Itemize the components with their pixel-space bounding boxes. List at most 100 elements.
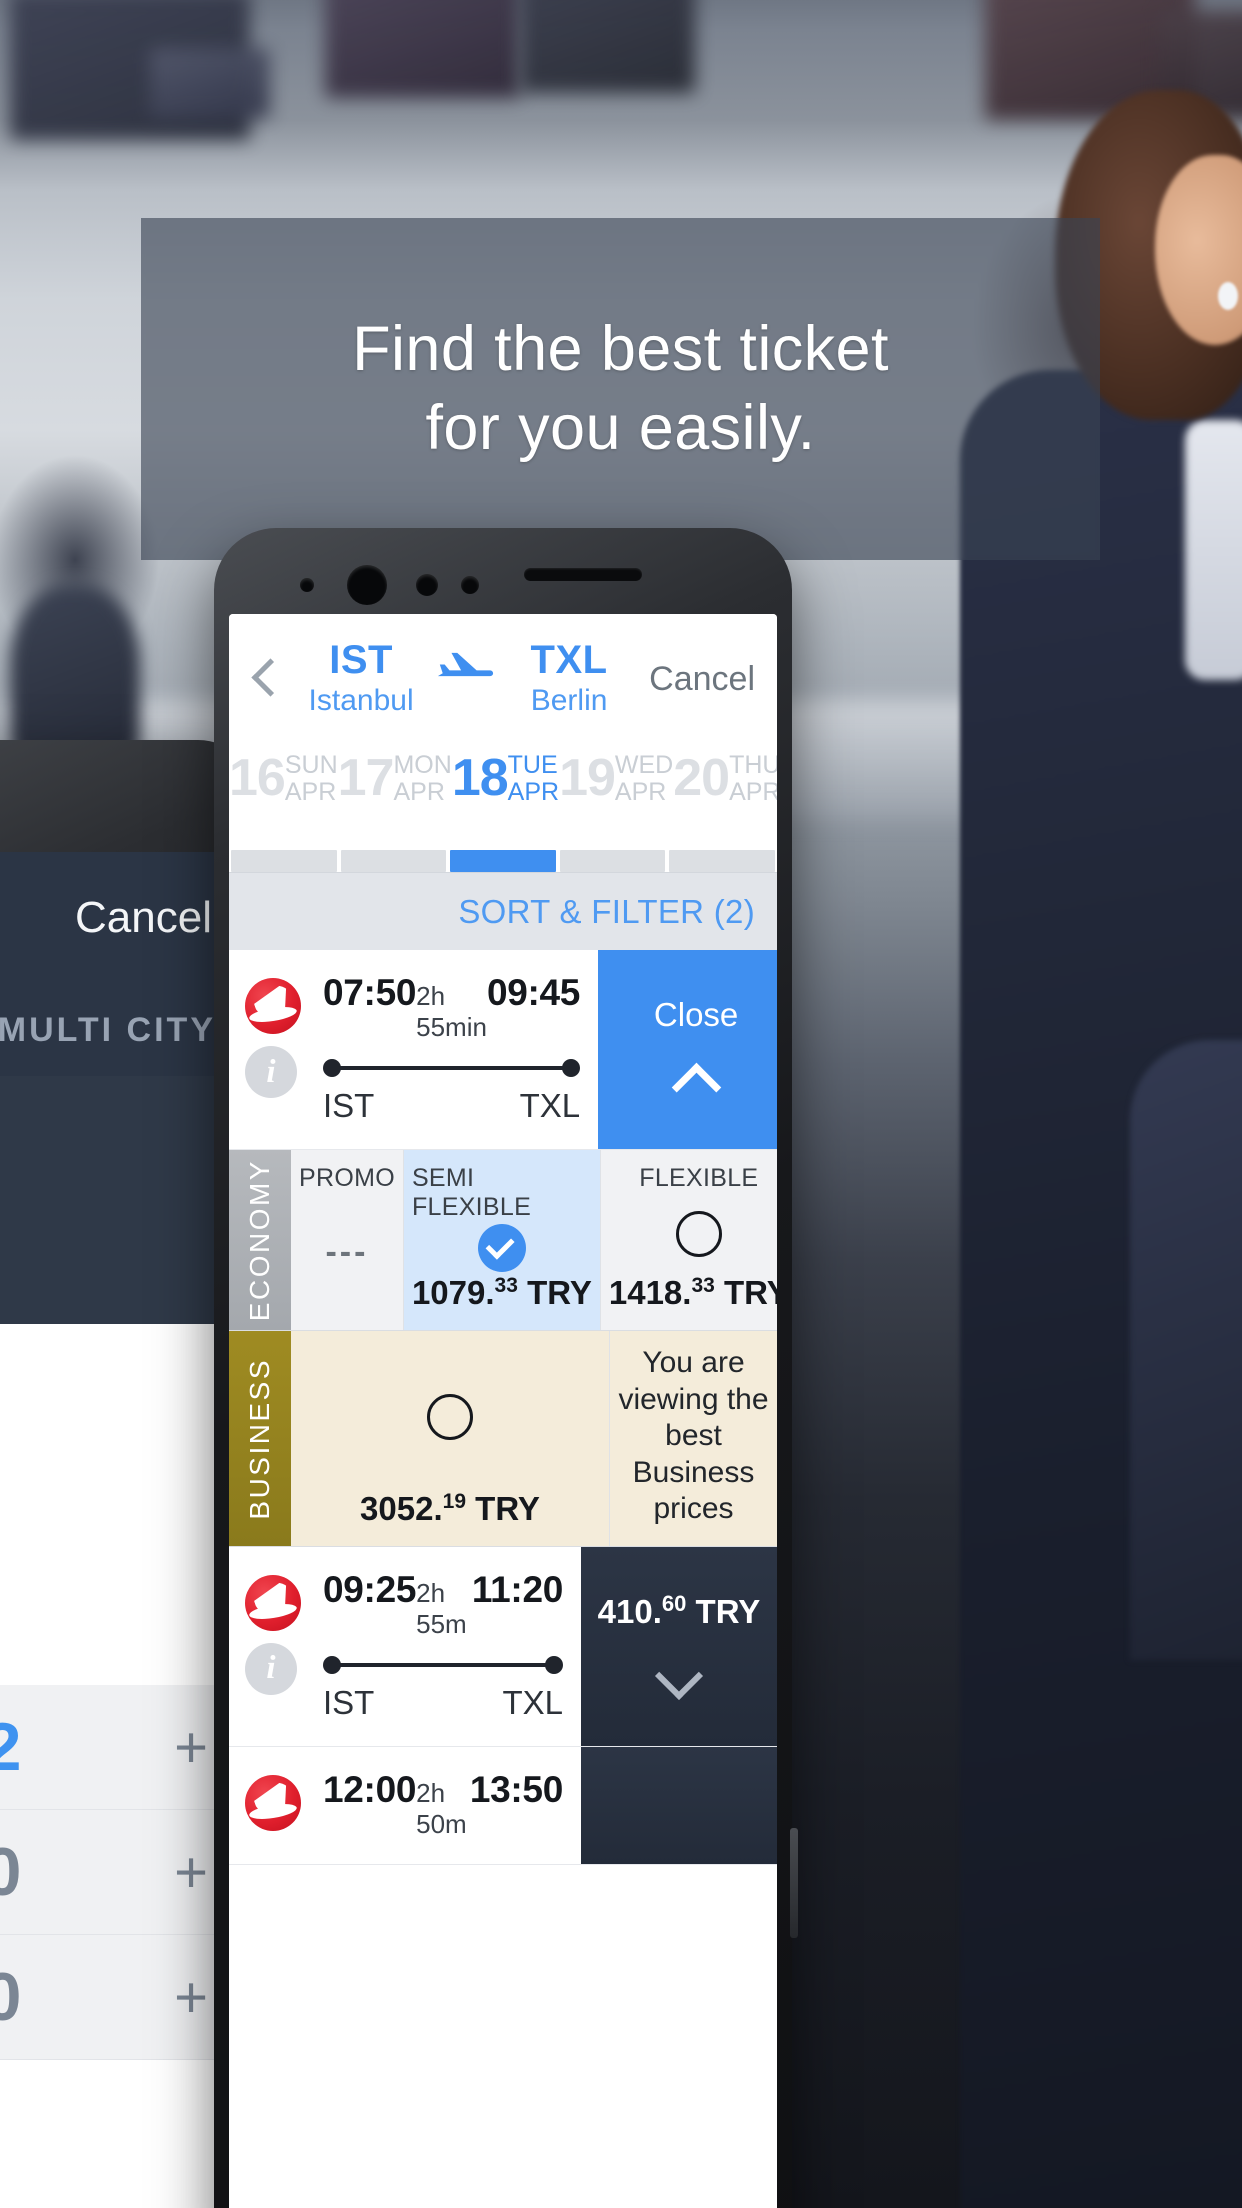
flight-times-block: 09:25 2h 55m 11:20 IST TXL bbox=[317, 1569, 563, 1722]
background-phone-screen: HT Cancel MULTI CITY TO TXL Berlin Tegel… bbox=[0, 852, 238, 2208]
fare-radio-icon[interactable] bbox=[675, 1210, 722, 1257]
earbud bbox=[1218, 282, 1238, 310]
economy-label: ECONOMY bbox=[244, 1158, 275, 1322]
route-summary[interactable]: IST Istanbul TXL Berlin bbox=[287, 639, 639, 718]
date-indicator-16 bbox=[231, 850, 337, 872]
fare-cell-flexible[interactable]: FLEXIBLE 1418.33 TRY bbox=[600, 1150, 777, 1330]
destination-code: TXL bbox=[530, 637, 608, 682]
bg-tab-multi-city[interactable]: MULTI CITY bbox=[0, 1011, 216, 1050]
fare-cell-semi-flexible[interactable]: SEMI FLEXIBLE 1079.33 TRY bbox=[403, 1150, 601, 1330]
foreground-phone: IST Istanbul TXL Berlin Cancel 16 SUN AP… bbox=[214, 528, 798, 2208]
fare-cell-business-price[interactable]: 3052.19 TRY bbox=[291, 1331, 610, 1546]
bg-navbar: HT Cancel bbox=[0, 852, 238, 984]
fare-price-main: 3052. bbox=[360, 1489, 443, 1527]
fare-radio-icon[interactable] bbox=[427, 1394, 473, 1441]
bg-passenger-row[interactable]: − 2 + bbox=[0, 1685, 238, 1810]
bg-plus-button[interactable]: + bbox=[174, 1714, 208, 1781]
route-line bbox=[332, 1662, 554, 1667]
departure-board-panel bbox=[325, 0, 520, 98]
close-label: Close bbox=[653, 995, 739, 1033]
flight-times: 09:25 2h 55m 11:20 bbox=[323, 1569, 563, 1640]
bg-destination-field[interactable]: TO TXL Berlin Tegel bbox=[0, 1076, 238, 1324]
flight-route-line bbox=[323, 1055, 581, 1081]
flight-row[interactable]: i 07:50 2h 55min 09:45 IST TXL Close bbox=[229, 950, 777, 1150]
flight-times-block: 07:50 2h 55min 09:45 IST TXL bbox=[317, 972, 580, 1125]
woman-arm bbox=[1130, 1040, 1242, 1660]
date-weekday: TUE bbox=[507, 751, 558, 779]
bg-cancel-button[interactable]: Cancel bbox=[75, 893, 212, 943]
date-weekday: SUN bbox=[284, 751, 338, 779]
cancel-button[interactable]: Cancel bbox=[649, 660, 755, 699]
close-fares-button[interactable]: Close bbox=[598, 950, 777, 1149]
date-weekday: WED bbox=[614, 751, 674, 779]
expand-fares-button[interactable]: 410.60 TRY bbox=[581, 1546, 777, 1746]
bg-passenger-count: 0 bbox=[0, 1834, 22, 1910]
date-cell-17[interactable]: 17 MON APR bbox=[338, 742, 452, 850]
fare-cell-business-note: You are viewing the best Business prices bbox=[610, 1331, 777, 1546]
cabin-label-business: BUSINESS bbox=[229, 1331, 291, 1546]
app-screen: IST Istanbul TXL Berlin Cancel 16 SUN AP… bbox=[229, 614, 777, 2208]
arrive-time: 09:45 bbox=[486, 972, 581, 1013]
fare-title: SEMI FLEXIBLE bbox=[411, 1164, 532, 1221]
flight-price-cents: 60 bbox=[661, 1591, 687, 1617]
fare-price-cents: 19 bbox=[442, 1489, 466, 1513]
bg-trip-type-tabs: MULTI CITY bbox=[0, 984, 238, 1076]
bg-passenger-row[interactable]: − 0 + bbox=[0, 1810, 238, 1935]
front-camera bbox=[347, 565, 387, 605]
expand-fares-button[interactable] bbox=[581, 1746, 777, 1864]
date-cell-20[interactable]: 20 THU APR bbox=[673, 742, 777, 850]
date-cell-19[interactable]: 19 WED APR bbox=[559, 742, 673, 850]
fare-currency: TRY bbox=[527, 1274, 592, 1311]
flight-icons: i bbox=[245, 972, 317, 1125]
hero-caption-line-1: Find the best ticket bbox=[352, 314, 889, 385]
business-label: BUSINESS bbox=[244, 1357, 275, 1520]
ambient-light-sensor bbox=[461, 576, 479, 594]
fare-currency: TRY bbox=[475, 1489, 540, 1527]
sort-filter-bar[interactable]: SORT & FILTER (2) bbox=[229, 872, 777, 950]
flight-details: i 07:50 2h 55min 09:45 IST TXL bbox=[229, 950, 598, 1149]
origin-airport: IST bbox=[323, 1087, 375, 1124]
business-note: You are viewing the best Business prices bbox=[618, 1346, 769, 1526]
sort-filter-label[interactable]: SORT & FILTER (2) bbox=[458, 893, 755, 931]
date-cell-16[interactable]: 16 SUN APR bbox=[229, 742, 338, 850]
bg-return-date-field[interactable]: RETURN 24 APR 2018 bbox=[0, 1324, 238, 1510]
bg-passenger-steppers: − 2 + − 0 + − 0 + bbox=[0, 1685, 238, 2060]
date-indicator-18 bbox=[450, 850, 556, 872]
date-month: APR bbox=[507, 777, 560, 806]
back-chevron-icon[interactable] bbox=[243, 656, 287, 700]
depart-time: 09:25 bbox=[323, 1568, 417, 1610]
bg-passenger-row[interactable]: − 0 + bbox=[0, 1935, 238, 2060]
destination-block: TXL Berlin bbox=[514, 639, 624, 718]
date-day: 17 bbox=[337, 749, 395, 807]
depart-time: 12:00 bbox=[323, 1768, 417, 1810]
bg-passenger-count: 0 bbox=[0, 1959, 22, 2035]
date-indicator-19 bbox=[559, 850, 666, 872]
fare-price-main: 1418. bbox=[608, 1274, 692, 1311]
bg-plus-button[interactable]: + bbox=[174, 1964, 208, 2031]
date-weekday: MON bbox=[393, 751, 452, 779]
flight-row[interactable]: i 09:25 2h 55m 11:20 IST TXL 410.60 TRY bbox=[229, 1546, 777, 1747]
flight-price: 410.60 TRY bbox=[598, 1591, 761, 1631]
power-button[interactable] bbox=[790, 1828, 798, 1938]
date-month: APR bbox=[729, 777, 777, 806]
fare-unavailable: --- bbox=[325, 1233, 369, 1271]
bg-plus-button[interactable]: + bbox=[174, 1839, 208, 1906]
fare-price: 1418.33 TRY bbox=[609, 1274, 777, 1312]
airplane-landing-icon bbox=[434, 649, 496, 687]
date-selector[interactable]: 16 SUN APR 17 MON APR 18 TUE APR 19 WED … bbox=[229, 742, 777, 850]
bg-to-code: TXL bbox=[0, 1140, 238, 1242]
bg-to-city: Berlin Tegel bbox=[0, 1246, 238, 1294]
flight-icons: i bbox=[245, 1569, 317, 1722]
bg-return-label: RETURN bbox=[0, 1348, 238, 1387]
date-cell-18[interactable]: 18 TUE APR bbox=[452, 742, 559, 850]
fare-cell-promo[interactable]: PROMO --- bbox=[291, 1150, 404, 1330]
info-icon[interactable]: i bbox=[245, 1642, 297, 1695]
fare-title: FLEXIBLE bbox=[639, 1164, 759, 1192]
fare-selected-check-icon[interactable] bbox=[477, 1224, 526, 1272]
flight-duration: 2h 55min bbox=[416, 981, 487, 1042]
flight-row[interactable]: 12:00 2h 50m 13:50 bbox=[229, 1746, 777, 1865]
hero-caption-line-2: for you easily. bbox=[425, 393, 816, 463]
origin-dot bbox=[323, 1655, 341, 1674]
flight-duration: 2h 50m bbox=[416, 1777, 467, 1839]
info-icon[interactable]: i bbox=[245, 1046, 297, 1098]
